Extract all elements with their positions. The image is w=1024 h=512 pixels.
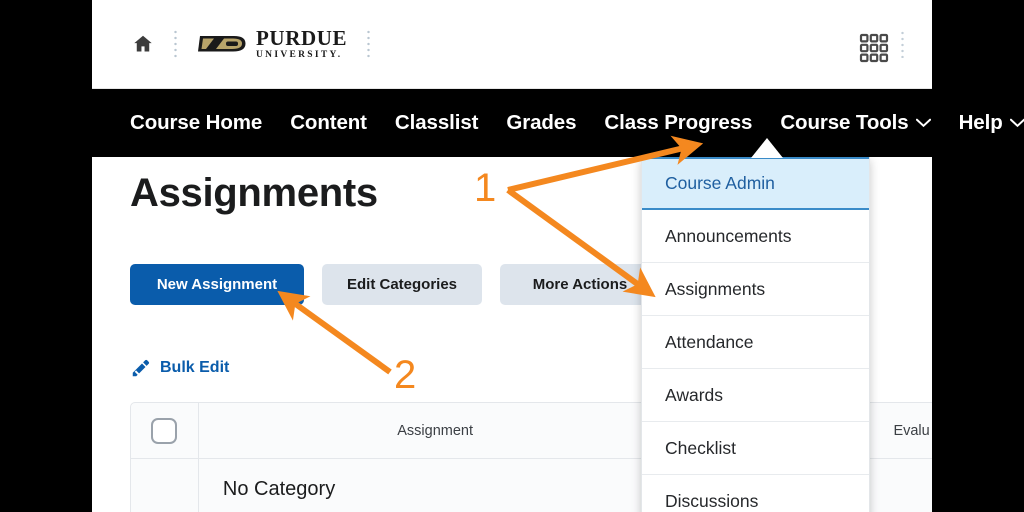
dropdown-item-discussions[interactable]: Discussions: [642, 475, 869, 512]
nav-label-classlist: Classlist: [394, 111, 479, 134]
site-header: PURDUE UNIVERSITY.: [92, 0, 932, 89]
nav-item-help[interactable]: Help: [945, 111, 1024, 135]
page-title: Assignments: [130, 171, 378, 215]
dropdown-item-attendance[interactable]: Attendance: [642, 316, 869, 369]
purdue-brand-line2: UNIVERSITY.: [256, 49, 343, 60]
screenshot-root: PURDUE UNIVERSITY. Assignments New Assig…: [0, 0, 1024, 512]
pencil-edit-icon: [132, 359, 150, 377]
purdue-p-mark-icon: [198, 36, 246, 52]
nav-item-course-home[interactable]: Course Home: [130, 111, 276, 135]
dropdown-item-course-admin[interactable]: Course Admin: [642, 157, 869, 210]
header-divider-right: [367, 29, 371, 59]
chevron-down-icon: [915, 118, 931, 128]
dropdown-item-announcements[interactable]: Announcements: [642, 210, 869, 263]
nav-label-grades: Grades: [506, 111, 577, 134]
purdue-wordmark: PURDUE UNIVERSITY.: [256, 25, 348, 61]
nav-label-class-progress: Class Progress: [604, 111, 753, 134]
annotation-marker-1: 1: [474, 166, 497, 210]
more-actions-button[interactable]: More Actions: [500, 264, 660, 305]
select-all-checkbox[interactable]: [151, 417, 178, 444]
chevron-down-icon: [1009, 118, 1024, 128]
course-tools-dropdown: Course Admin Announcements Assignments A…: [641, 157, 870, 512]
nav-item-grades[interactable]: Grades: [492, 111, 590, 135]
nav-label-content: Content: [290, 111, 367, 134]
nav-label-course-home: Course Home: [130, 111, 263, 134]
header-divider-left: [174, 29, 177, 59]
select-all-header-cell: [131, 403, 199, 458]
row-checkbox-cell: [131, 459, 199, 512]
action-button-row: New Assignment Edit Categories More Acti…: [130, 264, 660, 305]
header-divider-far-right: [901, 30, 904, 58]
purdue-logo[interactable]: PURDUE UNIVERSITY.: [197, 25, 348, 61]
bulk-edit-link[interactable]: Bulk Edit: [130, 357, 229, 379]
home-icon[interactable]: [132, 33, 154, 55]
navbar-items: Course Home Content Classlist Grades Cla…: [130, 111, 1024, 135]
annotation-marker-2: 2: [394, 353, 417, 397]
edit-categories-button[interactable]: Edit Categories: [322, 264, 482, 305]
dropdown-item-awards[interactable]: Awards: [642, 369, 869, 422]
row-category-name: No Category: [199, 459, 673, 512]
grid-apps-icon[interactable]: [859, 33, 889, 63]
new-assignment-button[interactable]: New Assignment: [130, 264, 304, 305]
nav-label-course-tools: Course Tools: [780, 111, 909, 134]
purdue-brand-line1: PURDUE: [256, 25, 348, 50]
bulk-edit-label: Bulk Edit: [160, 359, 230, 376]
column-header-assignment[interactable]: Assignment: [199, 403, 673, 458]
nav-label-help: Help: [958, 111, 1003, 134]
nav-item-content[interactable]: Content: [276, 111, 381, 135]
dropdown-item-assignments[interactable]: Assignments: [642, 263, 869, 316]
nav-item-course-tools[interactable]: Course Tools: [766, 111, 944, 135]
nav-item-classlist[interactable]: Classlist: [381, 111, 492, 135]
dropdown-item-checklist[interactable]: Checklist: [642, 422, 869, 475]
nav-item-class-progress[interactable]: Class Progress: [590, 111, 766, 135]
dropdown-pointer-triangle: [751, 138, 783, 158]
course-navbar: Course Home Content Classlist Grades Cla…: [0, 89, 1024, 157]
